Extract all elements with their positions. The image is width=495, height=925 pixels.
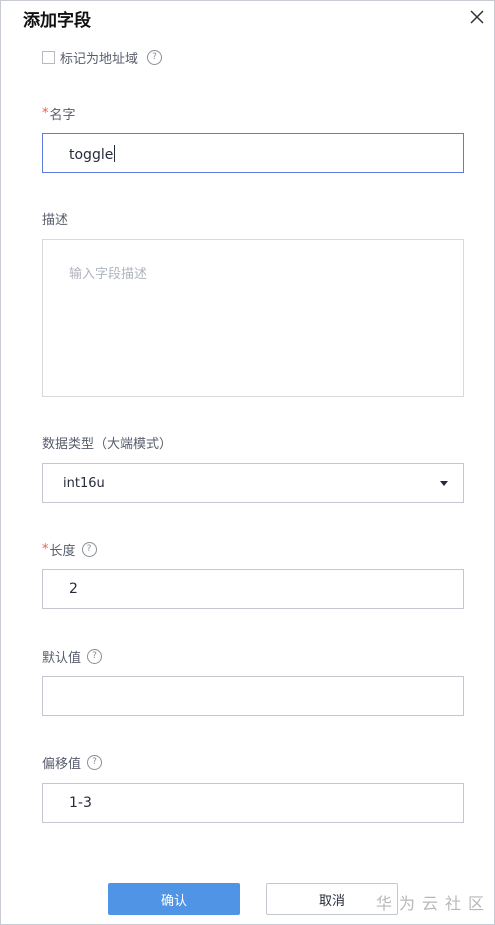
name-input[interactable]: toggle [42, 133, 464, 173]
mark-address-field-row: 标记为地址域 ? [42, 47, 163, 67]
help-icon[interactable]: ? [87, 649, 103, 664]
close-icon[interactable] [467, 7, 487, 27]
length-label-row: * 长度 ? [42, 540, 97, 559]
name-value: toggle [69, 147, 114, 163]
data-type-select[interactable]: int16u [42, 463, 464, 503]
add-field-dialog: 添加字段 标记为地址域 ? * 名字 toggle 描述 输入字段描述 数据类型… [0, 0, 495, 925]
required-mark: * [42, 542, 49, 557]
help-icon[interactable]: ? [81, 542, 97, 557]
dialog-title: 添加字段 [23, 11, 91, 31]
text-cursor [114, 145, 116, 162]
offset-label-row: 偏移值 ? [42, 753, 103, 772]
default-value-input[interactable] [42, 676, 464, 716]
default-value-label: 默认值 [42, 651, 82, 666]
default-value-label-row: 默认值 ? [42, 647, 103, 666]
offset-value: 1-3 [69, 795, 92, 811]
offset-input[interactable]: 1-3 [42, 783, 464, 823]
name-label-row: * 名字 [42, 104, 76, 123]
required-mark: * [42, 106, 49, 121]
help-icon[interactable]: ? [87, 755, 103, 770]
confirm-button[interactable]: 确认 [108, 883, 240, 915]
data-type-label: 数据类型（大端模式） [42, 437, 173, 452]
name-label: 名字 [49, 108, 76, 123]
description-placeholder: 输入字段描述 [69, 267, 148, 282]
watermark: 华为云社区 [376, 894, 492, 913]
chevron-down-icon [440, 481, 448, 486]
mark-address-field-label: 标记为地址域 [60, 51, 139, 67]
description-textarea[interactable]: 输入字段描述 [42, 239, 464, 397]
offset-label: 偏移值 [42, 757, 82, 772]
length-value: 2 [69, 581, 78, 597]
description-label: 描述 [42, 213, 69, 228]
length-label: 长度 [49, 544, 76, 559]
data-type-value: int16u [63, 476, 105, 491]
mark-address-field-checkbox[interactable] [42, 50, 55, 64]
length-input[interactable]: 2 [42, 569, 464, 609]
help-icon[interactable]: ? [147, 49, 163, 65]
